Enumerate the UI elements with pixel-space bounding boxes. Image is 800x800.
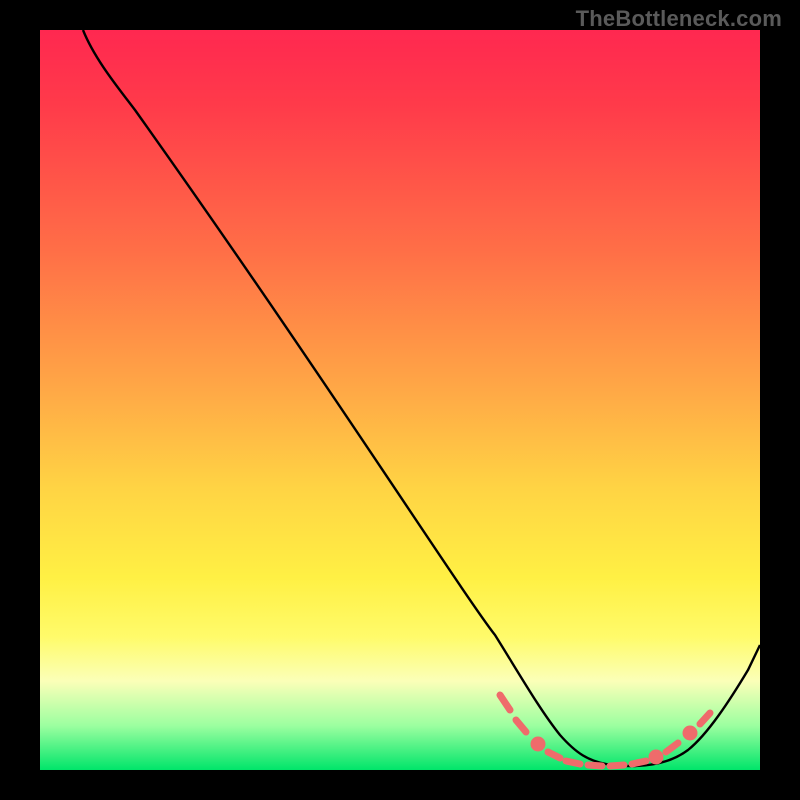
plot-area <box>40 30 760 770</box>
chart-frame: TheBottleneck.com <box>0 0 800 800</box>
watermark-label: TheBottleneck.com <box>576 6 782 32</box>
main-curve <box>83 30 760 766</box>
chart-svg <box>40 30 760 770</box>
